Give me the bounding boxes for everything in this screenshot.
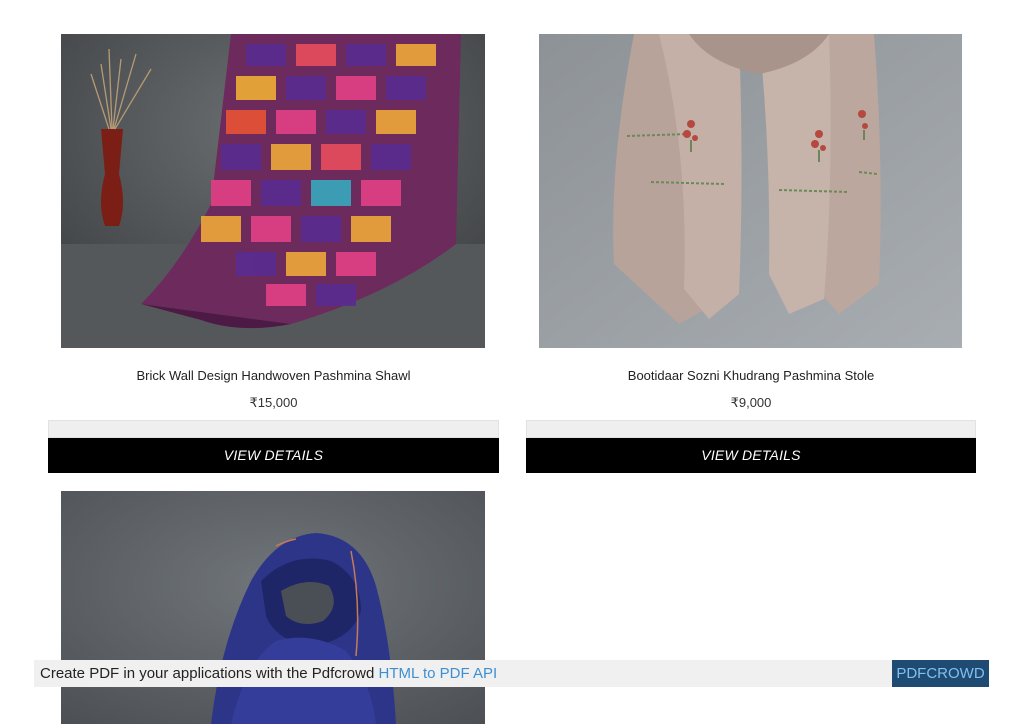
product-title[interactable]: Brick Wall Design Handwoven Pashmina Sha…: [48, 368, 499, 383]
stole-photo-icon: [539, 34, 962, 348]
product-image-navy[interactable]: [61, 491, 485, 724]
product-card: Brick Wall Design Handwoven Pashmina Sha…: [48, 34, 499, 474]
button-band: [526, 420, 976, 438]
pdf-promo-bar: Create PDF in your applications with the…: [34, 660, 989, 687]
view-details-button[interactable]: VIEW DETAILS: [526, 438, 976, 473]
shawl-photo-icon: [61, 34, 485, 348]
view-details-button[interactable]: VIEW DETAILS: [48, 438, 499, 473]
pdf-promo-label: Create PDF in your applications with the…: [40, 665, 379, 682]
button-band: [48, 420, 499, 438]
product-title[interactable]: Bootidaar Sozni Khudrang Pashmina Stole: [526, 368, 976, 383]
pdf-promo-text: Create PDF in your applications with the…: [40, 660, 497, 687]
product-card: [48, 491, 499, 724]
navy-shawl-photo-icon: [61, 491, 485, 724]
product-image-stole[interactable]: [539, 34, 962, 348]
product-price: ₹15,000: [249, 395, 298, 410]
product-price: ₹9,000: [730, 395, 772, 410]
product-card: Bootidaar Sozni Khudrang Pashmina Stole …: [526, 34, 976, 474]
html-to-pdf-api-link[interactable]: HTML to PDF API: [379, 665, 498, 682]
product-image-shawl[interactable]: [61, 34, 485, 348]
pdfcrowd-badge[interactable]: PDFCROWD: [892, 660, 989, 687]
